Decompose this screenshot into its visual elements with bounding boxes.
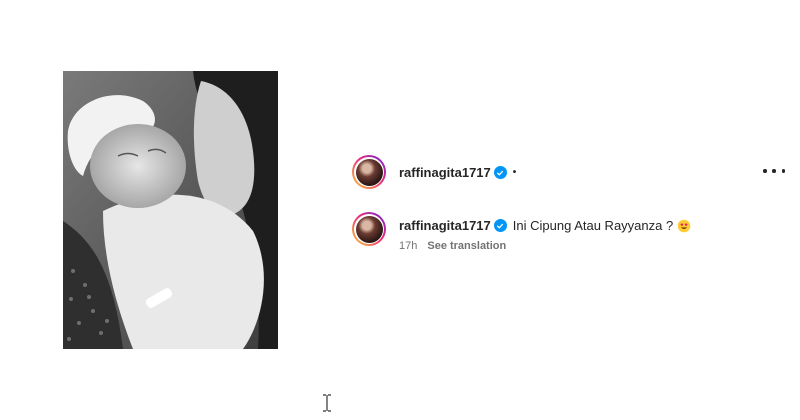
avatar-photo: [355, 158, 383, 186]
avatar-photo: [355, 215, 383, 243]
post-time: 17h: [399, 240, 418, 252]
post-photo: [63, 71, 278, 349]
caption-text: Ini Cipung Atau Rayyanza ?: [512, 218, 674, 233]
caption-meta: 17h See translation: [399, 240, 506, 252]
post-header: raffinagita1717 •: [399, 165, 516, 180]
text-cursor-icon: [323, 394, 331, 412]
verified-badge-icon: [493, 166, 507, 179]
caption-row: raffinagita1717 Ini Cipung Atau Rayyanza…: [399, 218, 691, 233]
heart-eyes-emoji-icon: [677, 219, 691, 232]
more-options-icon[interactable]: [763, 163, 785, 179]
header-avatar[interactable]: [352, 155, 386, 189]
avatar-ring: [354, 157, 384, 187]
post-image[interactable]: [63, 71, 278, 349]
header-separator: •: [512, 167, 517, 178]
caption-avatar[interactable]: [352, 212, 386, 246]
see-translation-link[interactable]: See translation: [427, 240, 506, 252]
caption-username[interactable]: raffinagita1717: [399, 218, 491, 233]
avatar-ring: [354, 214, 384, 244]
header-username[interactable]: raffinagita1717: [399, 165, 491, 180]
verified-badge-icon: [493, 219, 507, 232]
